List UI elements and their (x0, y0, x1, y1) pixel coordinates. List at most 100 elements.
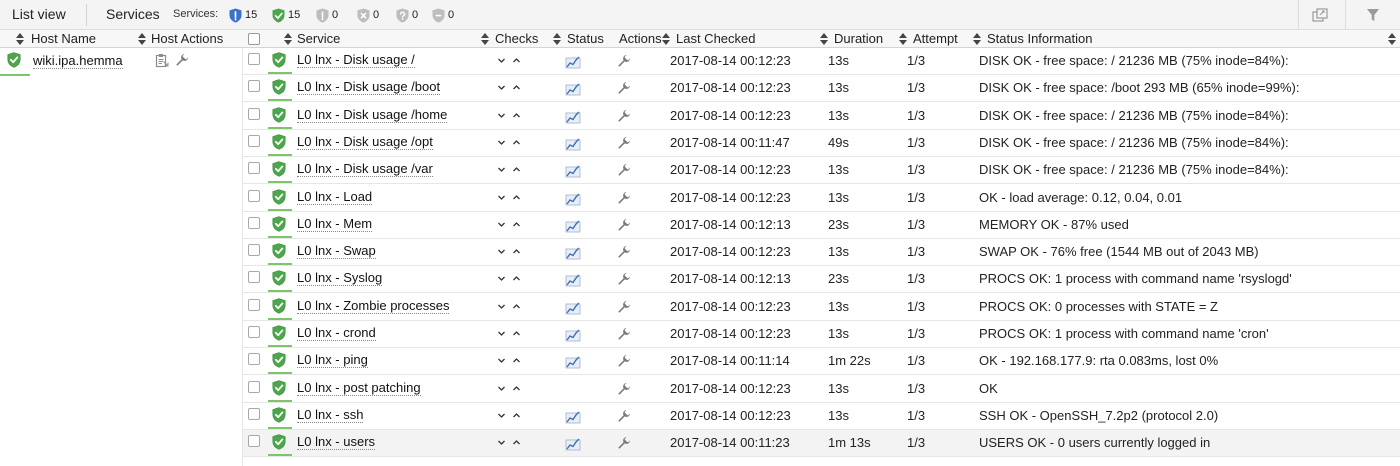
row-checkbox[interactable] (248, 108, 260, 120)
summary-item[interactable]: 15 (229, 7, 257, 23)
wrench-icon[interactable] (617, 436, 631, 450)
wrench-icon[interactable] (617, 272, 631, 286)
summary-item[interactable]: 0 (316, 7, 338, 23)
service-name-link[interactable]: L0 lnx - Mem (297, 212, 373, 236)
service-status-ok-icon[interactable] (272, 189, 286, 205)
host-name-link[interactable]: wiki.ipa.hemma (33, 53, 123, 69)
row-checkbox[interactable] (248, 217, 260, 229)
sort-icon[interactable] (820, 33, 828, 45)
col-last-checked[interactable]: Last Checked (676, 30, 756, 48)
chevron-up-icon[interactable] (512, 329, 521, 338)
table-row[interactable]: L0 lnx - Mem 2017-08-14 00:12:13 23s 1/3 MEM… (243, 212, 1400, 239)
chevron-down-icon[interactable] (497, 83, 506, 92)
table-row[interactable]: L0 lnx - ssh 2017-08-14 00:12:23 13s 1/3 SSH… (243, 403, 1400, 430)
table-row[interactable]: L0 lnx - Load 2017-08-14 00:12:23 13s 1/3 OK… (243, 185, 1400, 212)
expand-view-button[interactable] (1298, 0, 1340, 30)
wrench-icon[interactable] (617, 409, 631, 423)
row-checkbox[interactable] (248, 53, 260, 65)
service-name-link[interactable]: L0 lnx - Syslog (297, 266, 383, 290)
summary-item[interactable]: 0 (396, 7, 418, 23)
wrench-icon[interactable] (617, 354, 631, 368)
clipboard-icon[interactable] (155, 53, 169, 68)
service-name-link[interactable]: L0 lnx - Disk usage /home (297, 103, 448, 127)
graph-icon[interactable] (565, 55, 581, 69)
wrench-icon[interactable] (617, 245, 631, 259)
summary-item[interactable]: 15 (272, 7, 300, 23)
service-name-link[interactable]: L0 lnx - users (297, 430, 376, 454)
list-view-tab[interactable]: List view (12, 0, 66, 30)
chevron-up-icon[interactable] (512, 111, 521, 120)
table-row[interactable]: L0 lnx - Swap 2017-08-14 00:12:23 13s 1/3 SW… (243, 239, 1400, 266)
row-checkbox[interactable] (248, 190, 260, 202)
chevron-up-icon[interactable] (512, 384, 521, 393)
service-status-ok-icon[interactable] (272, 107, 286, 123)
service-name-link[interactable]: L0 lnx - Disk usage /boot (297, 75, 441, 99)
graph-icon[interactable] (565, 110, 581, 124)
table-row[interactable]: L0 lnx - Syslog 2017-08-14 00:12:13 23s 1/3… (243, 266, 1400, 293)
sort-icon[interactable] (16, 33, 24, 45)
graph-icon[interactable] (565, 246, 581, 260)
chevron-down-icon[interactable] (497, 274, 506, 283)
host-status-ok-icon[interactable] (7, 52, 21, 68)
wrench-icon[interactable] (617, 327, 631, 341)
table-row[interactable]: L0 lnx - Disk usage /opt 2017-08-14 00:11… (243, 130, 1400, 157)
col-service[interactable]: Service (297, 30, 340, 48)
chevron-up-icon[interactable] (512, 411, 521, 420)
chevron-up-icon[interactable] (512, 83, 521, 92)
service-name-link[interactable]: L0 lnx - post patching (297, 376, 421, 400)
select-all-checkbox[interactable] (248, 33, 260, 45)
chevron-down-icon[interactable] (497, 247, 506, 256)
service-status-ok-icon[interactable] (272, 243, 286, 259)
row-checkbox[interactable] (248, 381, 260, 393)
table-row[interactable]: L0 lnx - Zombie processes 2017-08-14 00:1… (243, 294, 1400, 321)
service-status-ok-icon[interactable] (272, 352, 286, 368)
wrench-icon[interactable] (617, 136, 631, 150)
graph-icon[interactable] (565, 410, 581, 424)
wrench-icon[interactable] (617, 163, 631, 177)
table-row[interactable]: L0 lnx - post patching 2017-08-14 00:12:2… (243, 376, 1400, 403)
wrench-icon[interactable] (175, 53, 189, 67)
table-row[interactable]: L0 lnx - Disk usage /var 2017-08-14 00:12… (243, 157, 1400, 184)
service-status-ok-icon[interactable] (272, 270, 286, 286)
sort-icon[interactable] (973, 33, 981, 45)
row-checkbox[interactable] (248, 408, 260, 420)
chevron-down-icon[interactable] (497, 411, 506, 420)
chevron-up-icon[interactable] (512, 56, 521, 65)
wrench-icon[interactable] (617, 81, 631, 95)
chevron-down-icon[interactable] (497, 438, 506, 447)
service-name-link[interactable]: L0 lnx - Load (297, 185, 373, 209)
col-host-name[interactable]: Host Name (31, 30, 96, 48)
sort-icon[interactable] (138, 33, 146, 45)
row-checkbox[interactable] (248, 244, 260, 256)
row-checkbox[interactable] (248, 326, 260, 338)
row-checkbox[interactable] (248, 353, 260, 365)
service-name-link[interactable]: L0 lnx - Disk usage /var (297, 157, 433, 181)
sort-icon[interactable] (553, 33, 561, 45)
row-checkbox[interactable] (248, 435, 260, 447)
chevron-down-icon[interactable] (497, 329, 506, 338)
service-name-link[interactable]: L0 lnx - Swap (297, 239, 376, 263)
table-row[interactable]: L0 lnx - users 2017-08-14 00:11:23 1m 13s 1… (243, 430, 1400, 457)
chevron-up-icon[interactable] (512, 438, 521, 447)
graph-icon[interactable] (565, 219, 581, 233)
chevron-down-icon[interactable] (497, 384, 506, 393)
graph-icon[interactable] (565, 328, 581, 342)
filter-button[interactable] (1345, 0, 1400, 30)
chevron-up-icon[interactable] (512, 356, 521, 365)
table-row[interactable]: L0 lnx - Disk usage / 2017-08-14 00:12:23… (243, 48, 1400, 75)
service-name-link[interactable]: L0 lnx - ping (297, 348, 368, 372)
chevron-down-icon[interactable] (497, 302, 506, 311)
table-row[interactable]: L0 lnx - Disk usage /boot 2017-08-14 00:1… (243, 75, 1400, 102)
graph-icon[interactable] (565, 137, 581, 151)
chevron-down-icon[interactable] (497, 111, 506, 120)
chevron-down-icon[interactable] (497, 56, 506, 65)
service-name-link[interactable]: L0 lnx - Disk usage / (297, 48, 415, 72)
wrench-icon[interactable] (617, 218, 631, 232)
chevron-up-icon[interactable] (512, 165, 521, 174)
wrench-icon[interactable] (617, 382, 631, 396)
chevron-up-icon[interactable] (512, 138, 521, 147)
service-status-ok-icon[interactable] (272, 407, 286, 423)
chevron-down-icon[interactable] (497, 220, 506, 229)
summary-item[interactable]: 0 (432, 7, 454, 23)
sort-icon[interactable] (481, 33, 489, 45)
